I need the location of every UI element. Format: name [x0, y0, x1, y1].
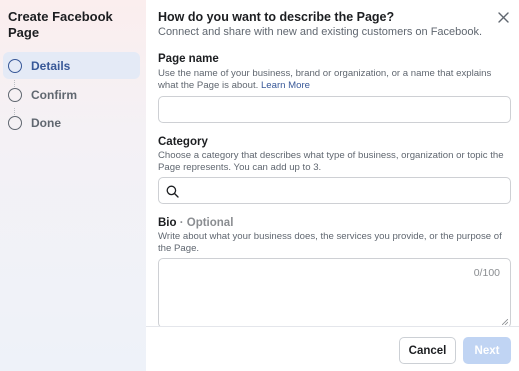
step-confirm[interactable]: Confirm	[3, 81, 140, 108]
category-label: Category	[158, 136, 208, 148]
next-button[interactable]: Next	[463, 337, 511, 364]
search-icon	[166, 185, 179, 198]
sidebar-title: Create Facebook Page	[8, 9, 113, 40]
page-name-help-text: Use the name of your business, brand or …	[158, 68, 492, 91]
cancel-button[interactable]: Cancel	[399, 337, 456, 364]
page-subtitle: Connect and share with new and existing …	[158, 26, 483, 38]
bio-label-text: Bio	[158, 217, 177, 229]
step-circle-icon	[8, 58, 22, 73]
main-panel: How do you want to describe the Page? Co…	[146, 0, 519, 371]
step-label: Done	[31, 115, 61, 130]
category-help: Choose a category that describes what ty…	[158, 150, 504, 173]
learn-more-link[interactable]: Learn More	[261, 80, 310, 91]
page-title: How do you want to describe the Page?	[158, 10, 395, 24]
step-done[interactable]: Done	[3, 109, 140, 136]
bio-textarea[interactable]: 0/100	[158, 258, 511, 328]
bio-optional-tag: · Optional	[179, 217, 234, 229]
category-search-input[interactable]	[158, 177, 511, 204]
page-name-input[interactable]	[158, 96, 511, 123]
close-icon	[497, 11, 509, 23]
bio-label: Bio · Optional	[158, 217, 233, 229]
page-name-help: Use the name of your business, brand or …	[158, 68, 510, 92]
step-label: Details	[31, 58, 71, 73]
footer: Cancel Next	[146, 326, 519, 371]
bio-help: Write about what your business does, the…	[158, 231, 502, 254]
resize-grip-icon[interactable]	[502, 319, 508, 325]
step-details[interactable]: Details	[3, 52, 140, 79]
sidebar: Create Facebook Page Details Confirm Don…	[0, 0, 146, 371]
bio-char-counter: 0/100	[473, 267, 500, 279]
step-circle-icon	[8, 115, 22, 130]
step-circle-icon	[8, 87, 22, 102]
page-name-label: Page name	[158, 53, 219, 65]
step-label: Confirm	[31, 87, 77, 102]
close-button[interactable]	[495, 9, 511, 25]
